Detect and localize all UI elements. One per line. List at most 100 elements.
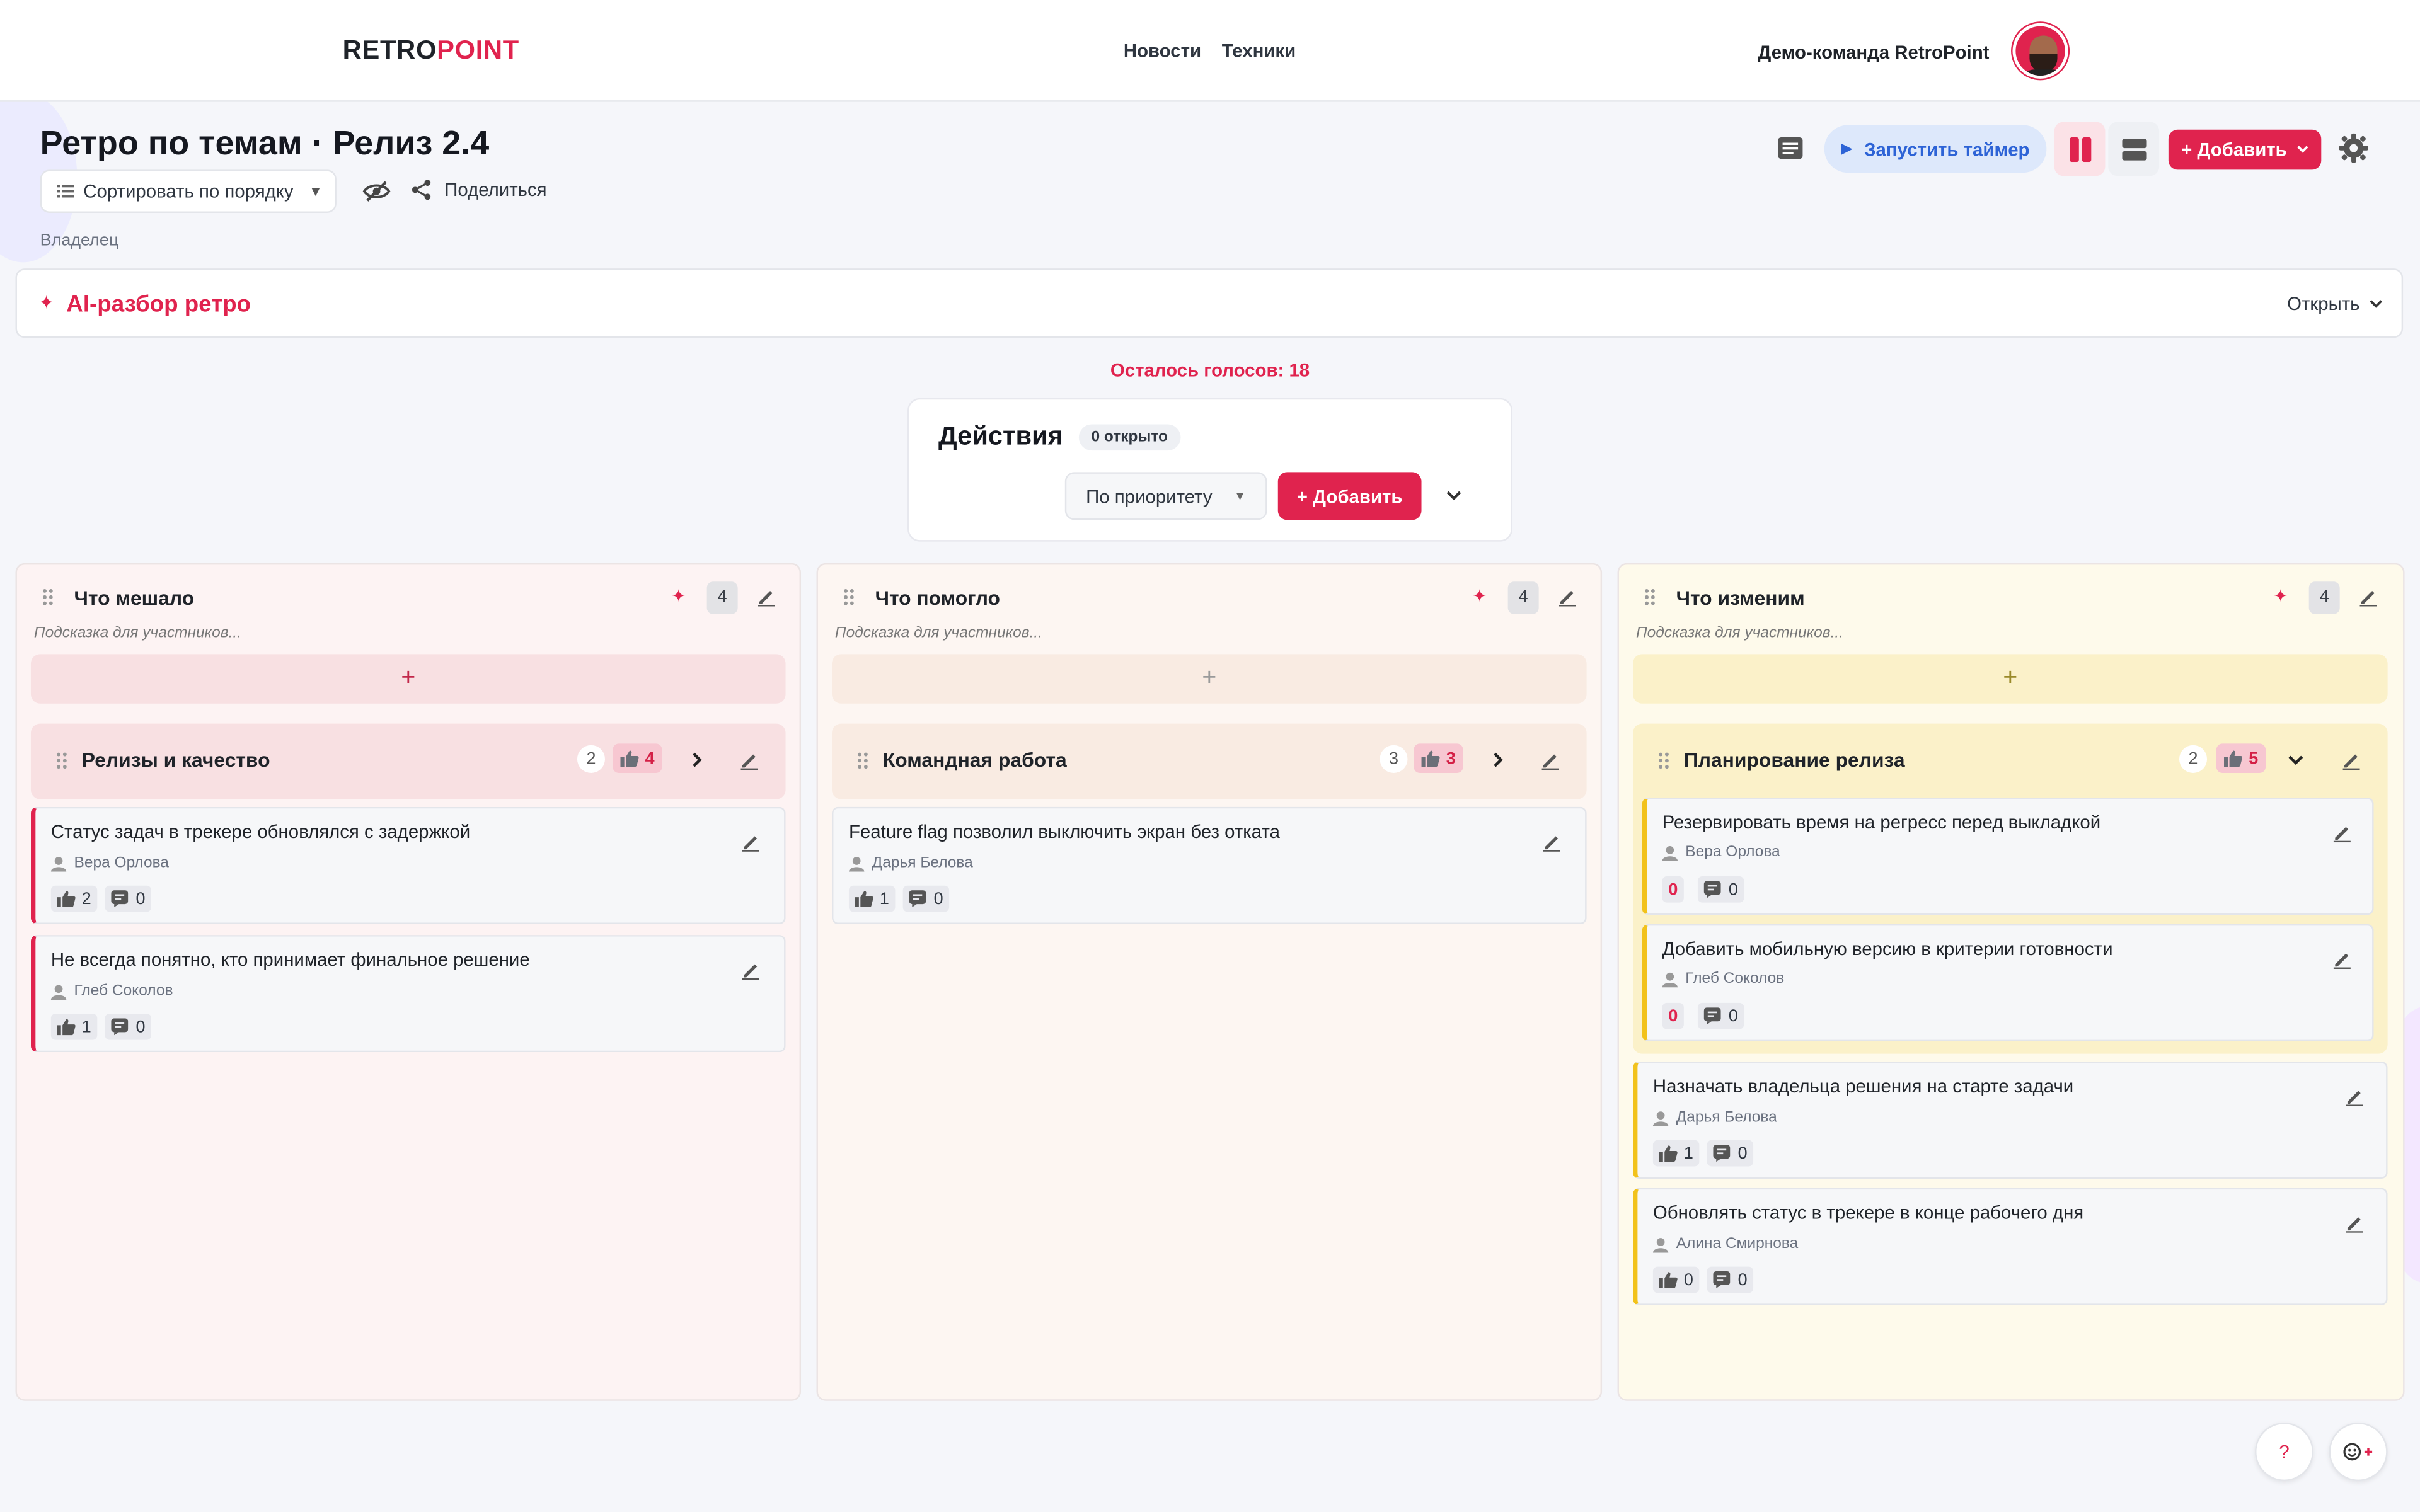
like-button[interactable]: 0 xyxy=(1652,1266,1700,1293)
drag-handle-icon[interactable] xyxy=(1657,752,1670,770)
group-teamwork[interactable]: Командная работа 3 3 xyxy=(832,723,1587,799)
chevron-right-icon[interactable] xyxy=(1489,752,1506,769)
edit-icon[interactable] xyxy=(1557,587,1577,607)
comment-icon xyxy=(1713,1271,1731,1288)
column-title: Что изменим xyxy=(1676,586,1805,610)
smile-plus-icon xyxy=(2343,1443,2373,1461)
comments-button[interactable]: 0 xyxy=(902,885,950,912)
chevron-right-icon[interactable] xyxy=(688,752,705,769)
group-releases-quality[interactable]: Релизы и качество 2 4 xyxy=(30,723,786,799)
hide-eye-icon[interactable] xyxy=(362,179,391,203)
edit-icon[interactable] xyxy=(739,750,759,770)
votes-remaining: Осталось голосов: 18 xyxy=(1110,359,1310,381)
edit-icon[interactable] xyxy=(741,832,761,852)
share-button[interactable]: Поделиться xyxy=(410,179,547,201)
list-icon xyxy=(57,185,74,198)
drag-handle-icon[interactable] xyxy=(1644,588,1656,606)
edit-icon[interactable] xyxy=(1540,750,1560,770)
logo[interactable]: RETROPOINT xyxy=(343,35,519,66)
card[interactable]: Резервировать время на регресс перед вык… xyxy=(1642,798,2374,915)
edit-icon[interactable] xyxy=(2344,1213,2365,1233)
card[interactable]: Обновлять статус в трекере в конце рабоч… xyxy=(1633,1188,2388,1305)
group-votes[interactable]: 3 xyxy=(1414,743,1463,773)
add-card-button[interactable]: + xyxy=(30,654,786,704)
app-root: RETROPOINT Новости Техники Демо-команда … xyxy=(0,0,2420,1512)
like-button[interactable]: 1 xyxy=(848,885,896,912)
caret-down-icon: ▼ xyxy=(1233,489,1247,503)
edit-icon[interactable] xyxy=(2332,822,2352,843)
start-timer-button[interactable]: ▶ Запустить таймер xyxy=(1824,125,2047,173)
drag-handle-icon[interactable] xyxy=(843,588,855,606)
add-button[interactable]: + Добавить xyxy=(2168,129,2322,170)
column-helped: Что помогло ✦ 4 Подсказка для участников… xyxy=(816,563,1603,1401)
reaction-button[interactable] xyxy=(2329,1422,2388,1482)
edit-icon[interactable] xyxy=(756,587,776,607)
help-label: ? xyxy=(2279,1441,2290,1463)
chevron-down-icon[interactable] xyxy=(2287,752,2304,769)
nav-techniques[interactable]: Техники xyxy=(1222,40,1296,62)
like-button[interactable]: 0 xyxy=(1662,876,1685,903)
gear-icon[interactable] xyxy=(2338,133,2369,164)
drag-handle-icon[interactable] xyxy=(42,588,54,606)
like-button[interactable]: 1 xyxy=(1652,1140,1700,1167)
group-release-planning[interactable]: Планирование релиза 2 5 Резервировать вр… xyxy=(1633,723,2388,1054)
ai-open-toggle[interactable]: Открыть xyxy=(2287,293,2383,315)
like-button[interactable]: 2 xyxy=(50,885,98,912)
group-votes[interactable]: 4 xyxy=(613,743,662,773)
ai-analysis-panel[interactable]: ✦ AI-разбор ретро Открыть xyxy=(15,268,2404,338)
sparkle-icon[interactable]: ✦ xyxy=(671,587,686,606)
edit-icon[interactable] xyxy=(741,959,761,980)
comment-icon xyxy=(111,890,129,908)
comments-button[interactable]: 0 xyxy=(1697,876,1744,903)
sparkle-icon[interactable]: ✦ xyxy=(1472,587,1487,606)
card[interactable]: Добавить мобильную версию в критерии гот… xyxy=(1642,924,2374,1042)
rows-view-button[interactable] xyxy=(2108,122,2160,176)
sort-dropdown[interactable]: Сортировать по порядку ▼ xyxy=(40,169,337,213)
chevron-down-icon[interactable] xyxy=(1444,486,1463,504)
card-author: Дарья Белова xyxy=(848,855,973,872)
comments-button[interactable]: 0 xyxy=(1707,1140,1754,1167)
share-label: Поделиться xyxy=(444,179,547,201)
thumbs-up-icon xyxy=(1659,1145,1678,1162)
comment-icon xyxy=(909,890,926,908)
comments-button[interactable]: 0 xyxy=(105,885,152,912)
edit-icon[interactable] xyxy=(2358,587,2378,607)
card[interactable]: Не всегда понятно, кто принимает финальн… xyxy=(30,935,786,1053)
edit-icon[interactable] xyxy=(2344,1086,2365,1106)
help-button[interactable]: ? xyxy=(2254,1422,2314,1482)
drag-handle-icon[interactable] xyxy=(856,752,869,770)
group-votes[interactable]: 5 xyxy=(2216,743,2266,773)
priority-sort-dropdown[interactable]: По приоритету ▼ xyxy=(1064,472,1267,520)
team-name[interactable]: Демо-команда RetroPoint xyxy=(1758,42,1989,63)
sparkle-icon[interactable]: ✦ xyxy=(2273,587,2288,606)
add-card-button[interactable]: + xyxy=(1633,654,2388,704)
actions-title: Действия xyxy=(938,421,1063,451)
comments-button[interactable]: 0 xyxy=(1697,1002,1744,1029)
edit-icon[interactable] xyxy=(1542,832,1562,852)
avatar[interactable] xyxy=(2012,23,2068,79)
columns-view-button[interactable] xyxy=(2054,122,2106,176)
card[interactable]: Статус задач в трекере обновлялся с заде… xyxy=(30,806,786,924)
card-text: Статус задач в трекере обновлялся с заде… xyxy=(50,820,471,843)
user-icon xyxy=(50,856,67,871)
edit-icon[interactable] xyxy=(2341,750,2361,770)
group-card-count: 3 xyxy=(1380,745,1408,773)
notes-icon[interactable] xyxy=(1777,136,1804,161)
like-button[interactable]: 1 xyxy=(50,1013,98,1040)
comments-button[interactable]: 0 xyxy=(105,1013,152,1040)
edit-icon[interactable] xyxy=(2332,949,2352,969)
group-title: Командная работа xyxy=(882,748,1067,772)
comments-button[interactable]: 0 xyxy=(1707,1266,1754,1293)
column-title: Что помогло xyxy=(875,586,1000,610)
card-text: Feature flag позволил выключить экран бе… xyxy=(848,820,1280,843)
card[interactable]: Назначать владельца решения на старте за… xyxy=(1633,1061,2388,1179)
add-action-button[interactable]: + Добавить xyxy=(1277,472,1422,520)
drag-handle-icon[interactable] xyxy=(55,752,68,770)
card-author: Глеб Соколов xyxy=(50,983,173,1000)
nav-news[interactable]: Новости xyxy=(1124,40,1201,62)
card[interactable]: Feature flag позволил выключить экран бе… xyxy=(832,806,1587,924)
like-button[interactable]: 0 xyxy=(1662,1002,1685,1029)
add-card-button[interactable]: + xyxy=(832,654,1587,704)
thumbs-up-icon xyxy=(2224,750,2243,767)
main-nav: Новости Техники xyxy=(1124,40,1311,62)
